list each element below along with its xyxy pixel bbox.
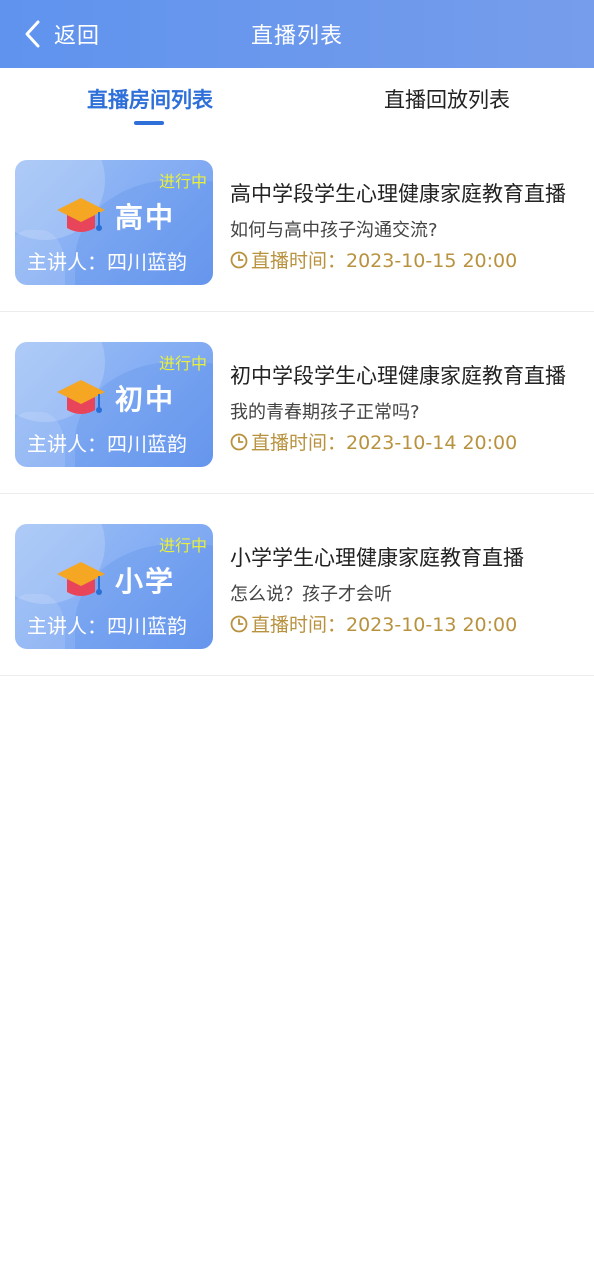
item-title: 小学学生心理健康家庭教育直播 — [230, 546, 524, 570]
item-title: 初中学段学生心理健康家庭教育直播 — [230, 364, 566, 388]
clock-icon — [230, 615, 248, 632]
active-tab-indicator — [134, 121, 164, 125]
live-thumbnail: 进行中 高中 主讲人：四川蓝韵 — [15, 160, 213, 285]
list-item[interactable]: 进行中 小学 主讲人：四川蓝韵 小学学生心理健康家庭教育直播 怎么说？孩子才会听… — [0, 494, 594, 676]
clock-icon — [230, 433, 248, 450]
tab-replays[interactable]: 直播回放列表 — [347, 84, 547, 124]
item-time-text: 直播时间：2023-10-15 20:00 — [251, 250, 518, 272]
speaker-label: 主讲人：四川蓝韵 — [27, 250, 187, 274]
item-time-text: 直播时间：2023-10-14 20:00 — [251, 432, 518, 454]
speaker-label: 主讲人：四川蓝韵 — [27, 432, 187, 456]
tab-live-rooms[interactable]: 直播房间列表 — [50, 84, 250, 124]
graduation-cap-icon — [57, 562, 105, 596]
item-subtitle: 怎么说？孩子才会听 — [230, 584, 392, 605]
live-thumbnail: 进行中 初中 主讲人：四川蓝韵 — [15, 342, 213, 467]
item-time: 直播时间：2023-10-15 20:00 — [230, 246, 517, 273]
clock-icon — [230, 251, 248, 268]
graduation-cap-icon — [57, 380, 105, 414]
status-badge: 进行中 — [158, 536, 207, 555]
live-thumbnail: 进行中 小学 主讲人：四川蓝韵 — [15, 524, 213, 649]
item-title: 高中学段学生心理健康家庭教育直播 — [230, 182, 566, 206]
list-item[interactable]: 进行中 初中 主讲人：四川蓝韵 初中学段学生心理健康家庭教育直播 我的青春期孩子… — [0, 312, 594, 494]
page-title: 直播列表 — [250, 24, 343, 49]
item-subtitle: 我的青春期孩子正常吗? — [230, 402, 420, 423]
grade-label: 初中 — [115, 383, 176, 416]
grade-label: 高中 — [115, 201, 176, 234]
item-time: 直播时间：2023-10-14 20:00 — [230, 428, 517, 455]
item-time: 直播时间：2023-10-13 20:00 — [230, 610, 517, 637]
status-badge: 进行中 — [158, 354, 207, 373]
top-bar: 返回 直播列表 — [0, 0, 594, 68]
grade-label: 小学 — [115, 565, 176, 598]
list-item[interactable]: 进行中 高中 主讲人：四川蓝韵 高中学段学生心理健康家庭教育直播 如何与高中孩子… — [0, 130, 594, 312]
status-badge: 进行中 — [158, 172, 207, 191]
speaker-label: 主讲人：四川蓝韵 — [27, 614, 187, 638]
item-time-text: 直播时间：2023-10-13 20:00 — [251, 614, 518, 636]
item-subtitle: 如何与高中孩子沟通交流? — [230, 220, 438, 241]
live-list: 进行中 高中 主讲人：四川蓝韵 高中学段学生心理健康家庭教育直播 如何与高中孩子… — [0, 130, 594, 676]
graduation-cap-icon — [57, 198, 105, 232]
